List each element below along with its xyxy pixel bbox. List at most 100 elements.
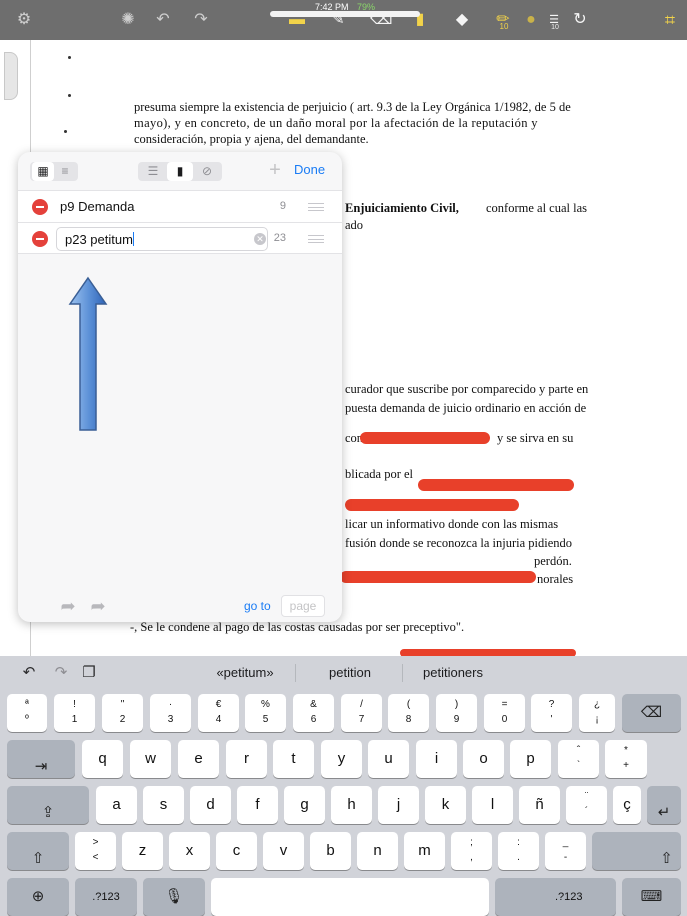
reorder-handle-icon[interactable] bbox=[308, 235, 324, 243]
key-g[interactable]: g bbox=[284, 786, 325, 824]
delete-icon[interactable] bbox=[32, 199, 48, 215]
redaction-mark bbox=[360, 432, 490, 444]
key-k[interactable]: k bbox=[425, 786, 466, 824]
key-x[interactable]: x bbox=[169, 832, 210, 870]
key-9[interactable]: ) 9 bbox=[436, 694, 477, 732]
shift-icon: ⇧ bbox=[660, 850, 673, 867]
crop-icon[interactable]: ⌗ bbox=[660, 10, 680, 30]
caps-lock-key[interactable]: ⇪ bbox=[7, 786, 89, 824]
key-5[interactable]: % 5 bbox=[245, 694, 286, 732]
hide-keyboard-key[interactable]: ⌨ bbox=[622, 878, 681, 916]
key-ordinal[interactable]: ªº bbox=[7, 694, 47, 732]
return-key[interactable]: ↵ bbox=[647, 786, 681, 824]
key-2[interactable]: " 2 bbox=[102, 694, 143, 732]
key-asterisk[interactable]: * + bbox=[605, 740, 647, 778]
tab-key[interactable]: ⇥ bbox=[7, 740, 75, 778]
key-4[interactable]: €4 bbox=[198, 694, 239, 732]
key-j[interactable]: j bbox=[378, 786, 419, 824]
undo-icon[interactable]: ↶ bbox=[20, 664, 38, 682]
key-h[interactable]: h bbox=[331, 786, 372, 824]
key-a[interactable]: a bbox=[96, 786, 137, 824]
bookmark-row[interactable]: p9 Demanda 9 bbox=[18, 190, 342, 222]
shift-key-left[interactable]: ⇧ bbox=[7, 832, 69, 870]
key-n[interactable]: n bbox=[357, 832, 398, 870]
suggestion-2[interactable]: petition bbox=[300, 665, 400, 680]
key-m[interactable]: m bbox=[404, 832, 445, 870]
done-button[interactable]: Done bbox=[294, 162, 325, 177]
key-y[interactable]: y bbox=[321, 740, 362, 778]
settings-dial-icon[interactable]: ✺ bbox=[118, 10, 138, 30]
forward-arrow-icon[interactable]: ➦ bbox=[88, 597, 108, 615]
bookmark-list: p9 Demanda 9 p23 petitum ✕ 23 bbox=[18, 190, 342, 254]
gear-icon[interactable]: ⚙ bbox=[14, 10, 34, 30]
key-question[interactable]: ? ' bbox=[531, 694, 572, 732]
color-dot-icon[interactable]: ● bbox=[524, 10, 538, 30]
reorder-handle-icon[interactable] bbox=[308, 203, 324, 211]
dictation-key[interactable]: 🎙 bbox=[143, 878, 205, 916]
redo-icon[interactable]: ↷ bbox=[52, 664, 70, 682]
bookmark-row-editing[interactable]: p23 petitum ✕ 23 bbox=[18, 222, 342, 254]
shift-icon: ⇧ bbox=[31, 850, 45, 867]
key-circumflex[interactable]: ˆ ` bbox=[558, 740, 599, 778]
backspace-icon: ⌫ bbox=[640, 704, 663, 721]
document-line: presuma siempre la existencia de perjuic… bbox=[134, 100, 571, 114]
page-number-input[interactable]: page bbox=[281, 595, 325, 617]
redo-icon[interactable]: ↷ bbox=[190, 10, 212, 30]
grid-icon[interactable]: ▦ bbox=[32, 162, 54, 181]
key-f[interactable]: f bbox=[237, 786, 278, 824]
key-inverted-question[interactable]: ¿ ¡ bbox=[579, 694, 615, 732]
key-1[interactable]: ! 1 bbox=[54, 694, 95, 732]
list-icon[interactable]: ≡ bbox=[54, 162, 76, 181]
lasso-icon[interactable]: ↻ bbox=[570, 10, 590, 30]
key-semicolon[interactable]: ;, bbox=[451, 832, 492, 870]
key-z[interactable]: z bbox=[122, 832, 163, 870]
undo-icon[interactable]: ↶ bbox=[152, 10, 174, 30]
globe-icon: ⊕ bbox=[31, 888, 45, 905]
side-panel-tab[interactable] bbox=[4, 52, 18, 100]
key-n-tilde[interactable]: ñ bbox=[519, 786, 560, 824]
space-bar[interactable] bbox=[211, 878, 489, 916]
plus-icon[interactable]: + bbox=[265, 160, 285, 180]
key-greater-than[interactable]: > < bbox=[75, 832, 116, 870]
key-u[interactable]: u bbox=[368, 740, 409, 778]
paste-icon[interactable]: ❐ bbox=[80, 664, 98, 682]
key-o[interactable]: o bbox=[463, 740, 504, 778]
delete-key[interactable]: ⌫ bbox=[622, 694, 681, 732]
key-8[interactable]: (8 bbox=[388, 694, 429, 732]
key-i[interactable]: i bbox=[416, 740, 457, 778]
bookmark-name-input[interactable]: p23 petitum ✕ bbox=[56, 227, 268, 251]
suggestion-3[interactable]: petitioners bbox=[408, 665, 498, 680]
key-c[interactable]: c bbox=[216, 832, 257, 870]
key-r[interactable]: r bbox=[226, 740, 267, 778]
eraser-tool-icon[interactable]: ◆ bbox=[452, 10, 472, 30]
numbers-key-left[interactable]: .?123 bbox=[75, 878, 137, 916]
globe-key[interactable]: ⊕ bbox=[7, 878, 69, 916]
bookmark-icon[interactable]: ▮ bbox=[167, 162, 193, 181]
clear-text-icon[interactable]: ✕ bbox=[254, 233, 266, 245]
key-6[interactable]: & 6 bbox=[293, 694, 334, 732]
key-q[interactable]: q bbox=[82, 740, 123, 778]
key-w[interactable]: w bbox=[130, 740, 171, 778]
key-e[interactable]: e bbox=[178, 740, 219, 778]
key-d[interactable]: d bbox=[190, 786, 231, 824]
key-p[interactable]: p bbox=[510, 740, 551, 778]
shift-key-right[interactable]: ⇧ bbox=[592, 832, 681, 870]
numbers-key-right[interactable]: .?123 bbox=[495, 878, 616, 916]
key-diaeresis[interactable]: ¨ ´ bbox=[566, 786, 607, 824]
key-b[interactable]: b bbox=[310, 832, 351, 870]
suggestion-1[interactable]: «petitum» bbox=[200, 665, 290, 680]
delete-icon[interactable] bbox=[32, 231, 48, 247]
key-t[interactable]: t bbox=[273, 740, 314, 778]
key-0[interactable]: = 0 bbox=[484, 694, 525, 732]
key-underscore[interactable]: _ - bbox=[545, 832, 586, 870]
go-to-button[interactable]: go to bbox=[244, 599, 271, 613]
key-c-cedilla[interactable]: ç bbox=[613, 786, 641, 824]
key-s[interactable]: s bbox=[143, 786, 184, 824]
key-colon[interactable]: :. bbox=[498, 832, 539, 870]
key-v[interactable]: v bbox=[263, 832, 304, 870]
annotation-icon[interactable]: ⊘ bbox=[194, 162, 220, 181]
key-3[interactable]: · 3 bbox=[150, 694, 191, 732]
outline-icon[interactable]: ☰ bbox=[140, 162, 166, 181]
key-7[interactable]: /7 bbox=[341, 694, 382, 732]
key-l[interactable]: l bbox=[472, 786, 513, 824]
